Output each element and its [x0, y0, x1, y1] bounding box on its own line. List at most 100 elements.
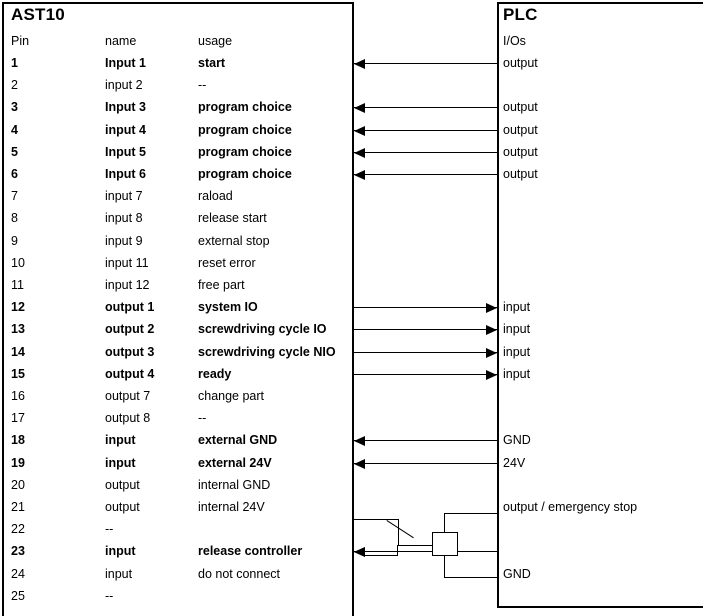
table-cell-name: input 2 [105, 78, 143, 93]
table-cell-usage: system IO [198, 300, 258, 315]
table-cell-usage: internal 24V [198, 500, 265, 514]
connection-line [354, 551, 497, 552]
table-cell-pin: 15 [11, 366, 25, 381]
connection-line [354, 174, 497, 175]
table-cell-name: output 1 [105, 300, 155, 315]
table-cell-pin: 5 [11, 144, 18, 159]
table-cell-usage: start [198, 56, 226, 70]
connection-arrowhead [486, 325, 497, 335]
table-cell-name: input [105, 455, 136, 470]
connection-line [354, 307, 497, 308]
connection-arrowhead [354, 59, 365, 69]
connection-arrowhead [354, 103, 365, 113]
connection-line [354, 107, 497, 108]
plc-io-label: input [503, 366, 531, 381]
table-cell-pin: 2 [11, 78, 18, 93]
table-cell-usage: screwdriving cycle IO [198, 322, 327, 337]
relay-wire-to-coil [398, 545, 432, 546]
table-cell-pin: 4 [11, 122, 18, 137]
table-cell-name: input [105, 544, 136, 559]
column-header-usage: usage [198, 34, 233, 48]
plc-io-header: I/Os [503, 34, 526, 48]
table-cell-name: output 7 [105, 389, 151, 403]
table-cell-usage: external GND [198, 433, 278, 448]
relay-wire-pivot-drop [398, 519, 399, 546]
table-cell-name: output [105, 500, 140, 514]
plc-io-label: output / emergency stop [503, 500, 638, 514]
table-cell-pin: 1 [11, 56, 18, 70]
table-cell-name: Input 1 [105, 56, 146, 70]
connection-arrowhead [354, 126, 365, 136]
plc-io-label: output [503, 100, 538, 115]
ast10-title: AST10 [11, 5, 65, 24]
table-cell-usage: program choice [198, 100, 292, 115]
table-cell-pin: 9 [11, 233, 18, 248]
table-cell-name: output 3 [105, 344, 155, 359]
table-cell-pin: 21 [11, 500, 25, 514]
table-cell-usage: ready [198, 366, 232, 381]
connection-arrowhead [486, 348, 497, 358]
table-cell-usage: release start [198, 211, 267, 226]
table-cell-usage: raload [198, 189, 233, 204]
table-cell-name: Input 3 [105, 100, 146, 115]
plc-io-label: output [503, 56, 538, 70]
relay-wire-top [354, 519, 398, 520]
connection-line [354, 352, 497, 353]
plc-io-label: output [503, 167, 538, 181]
table-cell-usage: change part [198, 389, 265, 403]
table-cell-pin: 10 [11, 255, 25, 270]
table-cell-pin: 20 [11, 477, 25, 492]
connection-arrowhead [486, 303, 497, 313]
table-cell-name: input 7 [105, 189, 143, 204]
plc-io-label: output [503, 122, 538, 137]
table-cell-pin: 7 [11, 189, 18, 204]
table-cell-name: Input 6 [105, 167, 146, 181]
coil-lead-bottom-vertical [444, 556, 445, 578]
connection-line [354, 63, 497, 64]
connection-arrowhead [354, 170, 365, 180]
relay-wire-return [363, 555, 398, 556]
table-cell-usage: -- [198, 78, 207, 93]
table-cell-pin: 19 [11, 455, 25, 470]
table-cell-name: input 8 [105, 211, 143, 226]
connection-line [354, 329, 497, 330]
connection-line [354, 463, 497, 464]
table-cell-usage: program choice [198, 144, 292, 159]
table-cell-pin: 3 [11, 100, 18, 115]
table-cell-name: input [105, 433, 136, 448]
table-cell-name: input [105, 566, 133, 581]
table-cell-usage: free part [198, 278, 245, 292]
table-cell-name: output [105, 477, 140, 492]
table-cell-usage: external stop [198, 233, 270, 248]
connection-arrowhead [354, 148, 365, 158]
table-cell-pin: 13 [11, 322, 25, 337]
column-header-pin: Pin [11, 34, 30, 48]
connection-arrowhead [354, 459, 365, 469]
plc-title: PLC [503, 5, 538, 24]
connection-arrowhead [354, 436, 365, 446]
table-cell-name: input 9 [105, 233, 143, 248]
switch-contact-blade [386, 520, 414, 539]
table-cell-name: Input 5 [105, 144, 146, 159]
table-cell-usage: release controller [198, 544, 303, 559]
table-cell-name: output 8 [105, 411, 151, 426]
ast10-panel [2, 2, 354, 616]
plc-io-label: output [503, 144, 538, 159]
plc-io-label: GND [503, 433, 531, 448]
table-cell-usage: external 24V [198, 455, 272, 470]
table-cell-usage: reset error [198, 255, 256, 270]
table-cell-name: -- [105, 522, 114, 537]
table-cell-pin: 24 [11, 566, 25, 581]
table-cell-pin: 11 [11, 278, 24, 292]
table-cell-pin: 12 [11, 300, 25, 315]
table-cell-name: input 4 [105, 122, 146, 137]
table-cell-name: -- [105, 588, 114, 603]
coil-lead-top-vertical [444, 513, 445, 533]
table-cell-usage: -- [198, 411, 207, 426]
relay-wire-return-drop [397, 545, 398, 556]
table-cell-pin: 18 [11, 433, 25, 448]
table-cell-usage: screwdriving cycle NIO [198, 344, 336, 359]
table-cell-usage: internal GND [198, 477, 271, 492]
wiring-diagram: AST10 PLC Pin name usage I/Os 1 Input 1 st… [0, 0, 703, 616]
plc-io-label: input [503, 300, 531, 315]
